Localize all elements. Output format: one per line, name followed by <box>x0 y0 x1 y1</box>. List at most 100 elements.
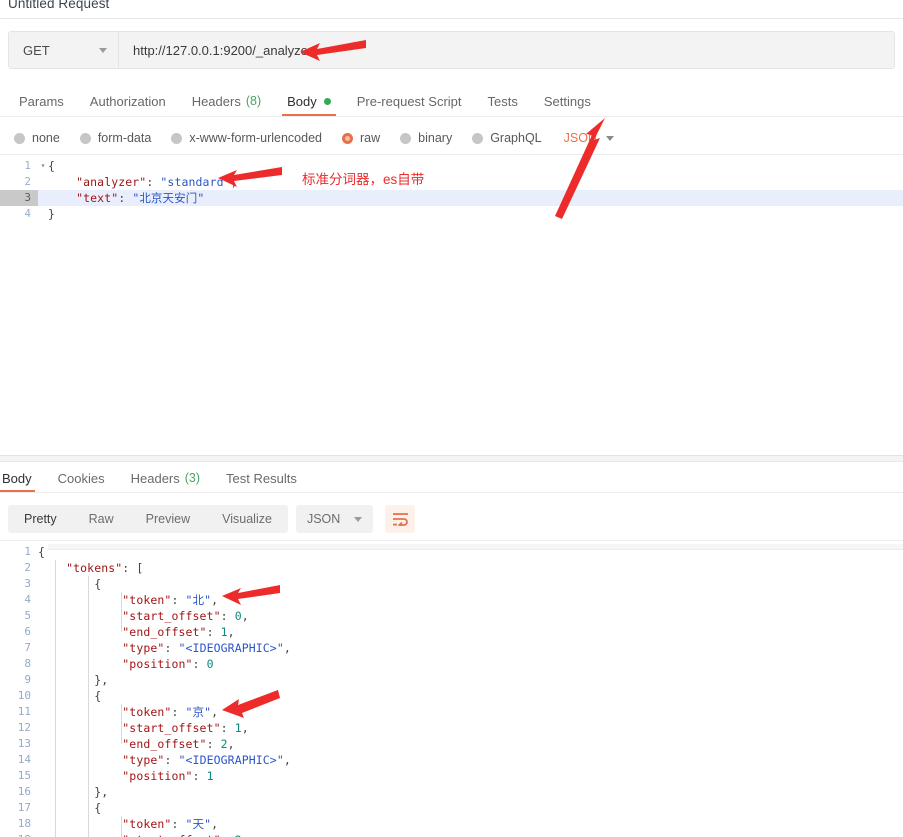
code-text: "type": "<IDEOGRAPHIC>", <box>38 753 291 767</box>
code-line: 16 }, <box>0 784 903 800</box>
line-number: 6 <box>24 625 31 638</box>
body-type-binary[interactable]: binary <box>400 131 452 145</box>
code-text: { <box>38 801 102 815</box>
line-number: 5 <box>24 609 31 622</box>
annotation-note-analyzer: 标准分词器，es自带 <box>302 172 425 187</box>
view-mode-preview[interactable]: Preview <box>130 505 206 533</box>
code-line: 11 "token": "京", <box>0 704 903 720</box>
line-number: 12 <box>17 721 31 734</box>
request-tab-settings[interactable]: Settings <box>531 86 604 116</box>
request-tabs-divider <box>0 116 903 117</box>
line-number: 1 <box>24 545 31 558</box>
tab-label: Body <box>287 93 317 109</box>
line-number: 16 <box>17 785 31 798</box>
code-text: { <box>38 577 102 591</box>
tab-label: Headers <box>130 470 180 486</box>
code-line: 17 { <box>0 800 903 816</box>
code-text: { <box>38 689 102 703</box>
code-text: "start_offset": 0, <box>38 609 249 623</box>
line-number: 14 <box>17 753 31 766</box>
line-number: 7 <box>24 641 31 654</box>
code-text: "token": "天", <box>38 817 219 831</box>
code-text: "position": 1 <box>38 769 214 783</box>
body-type-x-www-form-urlencoded[interactable]: x-www-form-urlencoded <box>171 131 322 145</box>
body-type-none[interactable]: none <box>14 131 60 145</box>
chevron-down-icon <box>354 516 363 522</box>
code-text: "end_offset": 2, <box>38 737 235 751</box>
raw-format-select[interactable]: JSON <box>564 131 614 145</box>
code-text: } <box>48 207 56 221</box>
code-text: }, <box>38 785 109 799</box>
code-line: 9 }, <box>0 672 903 688</box>
tab-label: Cookies <box>57 470 105 486</box>
url-input[interactable]: http://127.0.0.1:9200/_analyze <box>119 32 894 68</box>
wrap-text-button[interactable] <box>385 505 416 533</box>
tab-label: Test Results <box>226 470 297 486</box>
response-tab-body[interactable]: Body <box>0 464 45 492</box>
code-text: "start_offset": 2, <box>38 832 249 837</box>
code-text: { <box>38 545 46 559</box>
code-line: 15 "position": 1 <box>0 768 903 784</box>
line-number: 2 <box>24 561 31 574</box>
request-tab-headers[interactable]: Headers (8) <box>179 86 274 116</box>
url-bar: GET http://127.0.0.1:9200/_analyze <box>8 31 895 69</box>
line-number: 3 <box>24 577 31 590</box>
raw-format-label: JSON <box>563 131 597 145</box>
line-number: 10 <box>17 689 31 702</box>
code-text: "text": "北京天安门" <box>48 191 205 205</box>
http-method-select[interactable]: GET <box>9 32 119 68</box>
view-mode-pretty[interactable]: Pretty <box>8 505 73 533</box>
response-body-editor[interactable]: 1{2 "tokens": [3 {4 "token": "北", 5 "star… <box>0 544 903 837</box>
line-number: 9 <box>24 673 31 686</box>
line-number: 11 <box>17 705 31 718</box>
line-number: 17 <box>17 801 31 814</box>
body-type-options: none form-data x-www-form-urlencoded raw bin… <box>0 124 903 152</box>
body-type-form-data[interactable]: form-data <box>79 131 152 145</box>
request-title[interactable]: Untitled Request <box>8 0 109 11</box>
body-type-graphql[interactable]: GraphQL <box>472 131 542 145</box>
code-text: "tokens": [ <box>38 561 144 575</box>
radio-icon <box>472 132 484 144</box>
response-tabs: Body Cookies Headers (3) Test Results <box>0 464 903 492</box>
code-line: 18 "token": "天", <box>0 816 903 832</box>
response-tab-cookies[interactable]: Cookies <box>45 464 118 492</box>
view-mode-raw[interactable]: Raw <box>73 505 130 533</box>
code-line: 4} <box>0 206 903 222</box>
response-toolbar-divider <box>0 540 903 541</box>
chevron-down-icon <box>99 47 107 53</box>
response-format-label: JSON <box>306 512 341 526</box>
body-type-raw[interactable]: raw <box>342 131 380 145</box>
title-divider <box>0 18 903 19</box>
code-line: 6 "end_offset": 1, <box>0 624 903 640</box>
pane-splitter[interactable] <box>0 455 903 462</box>
request-tab-params[interactable]: Params <box>6 86 77 116</box>
radio-icon <box>342 132 353 144</box>
response-tab-headers[interactable]: Headers (3) <box>118 464 213 492</box>
code-text: "end_offset": 1, <box>38 625 235 639</box>
tab-label: Settings <box>543 93 591 109</box>
code-line: 5 "start_offset": 0, <box>0 608 903 624</box>
body-type-label: form-data <box>97 131 152 145</box>
request-tab-body[interactable]: Body <box>274 86 344 116</box>
body-present-dot-icon <box>323 97 331 105</box>
line-number: 1 <box>24 159 31 172</box>
tab-label: Tests <box>487 93 518 109</box>
code-line: 14 "type": "<IDEOGRAPHIC>", <box>0 752 903 768</box>
request-tab-authorization[interactable]: Authorization <box>77 86 179 116</box>
request-tab-tests[interactable]: Tests <box>475 86 531 116</box>
http-method-label: GET <box>23 42 50 58</box>
request-tabs: Params Authorization Headers (8) Body Pre-req… <box>0 86 903 116</box>
body-type-label: binary <box>418 131 453 145</box>
response-format-select[interactable]: JSON <box>295 505 374 533</box>
body-type-label: x-www-form-urlencoded <box>189 131 322 145</box>
request-body-editor[interactable]: 1 ▾{2 "analyzer": "standard", 3 "text": "北… <box>0 158 903 222</box>
wrap-text-icon <box>392 513 408 526</box>
response-tab-test-results[interactable]: Test Results <box>213 464 310 492</box>
chevron-down-icon <box>605 135 614 141</box>
view-mode-visualize[interactable]: Visualize <box>206 505 288 533</box>
tab-label: Authorization <box>89 93 166 109</box>
fold-toggle-icon[interactable]: ▾ <box>38 158 48 174</box>
radio-icon <box>171 132 183 144</box>
code-line: 8 "position": 0 <box>0 656 903 672</box>
request-tab-pre-request-script[interactable]: Pre-request Script <box>344 86 475 116</box>
